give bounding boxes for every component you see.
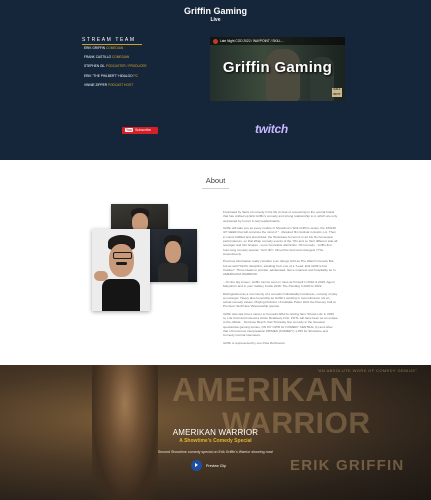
site-title: Griffin Gaming — [184, 6, 247, 16]
about-paragraph: Griffin also last time's career to Comed… — [223, 311, 338, 338]
team-member-role: COMEDIAN — [105, 46, 124, 50]
preview-clip-button[interactable]: Preview Clip — [191, 460, 239, 472]
game-logo-badge: CALL DUTY — [332, 88, 342, 97]
team-member-role: PC — [133, 73, 138, 78]
about-text: Frustrated by flaws of comedy in his lif… — [223, 210, 338, 348]
about-paragraph: Griffin is represented by one Peta Rehma… — [223, 340, 286, 345]
about-paragraph: ...On the big screen, Griffin can be see… — [223, 279, 335, 289]
banner-subtitle: A Showtime's Comedy Special — [179, 438, 252, 444]
photo-shirt — [102, 279, 140, 311]
team-member-name: ERIK "THE PHILBERT" HIDALGO — [84, 73, 133, 78]
video-title-text: Griffin Gaming — [222, 59, 333, 76]
stream-team-list: ERIK GRIFFIN COMEDIAN FRANK CASTILLO COM… — [84, 46, 147, 93]
play-triangle-icon — [195, 463, 199, 467]
banner-description: Second Showtime comedy special on Erik G… — [157, 450, 274, 454]
stream-team-heading: STREAM TEAM — [82, 37, 136, 43]
team-member: ERIK GRIFFIN COMEDIAN — [84, 46, 147, 51]
video-caption[interactable]: Late Night COD 2022 / WAYPOINT / SKILL..… — [220, 39, 284, 43]
photo-erik-portrait — [148, 229, 197, 282]
youtube-subscribe-label: Subscribe — [134, 128, 151, 132]
team-member: ERIK "THE PHILBERT" HIDALGO PC — [84, 73, 147, 79]
stream-team-divider — [82, 44, 142, 45]
play-icon[interactable] — [191, 460, 202, 471]
site-subtitle: Live — [210, 17, 221, 23]
preview-clip-label[interactable]: Preview Clip — [206, 464, 226, 468]
twitch-logo-link[interactable]: twitch — [255, 122, 288, 136]
team-member-role: PODCASTER / PRODUCER — [105, 64, 147, 69]
about-paragraph: Distinguished as a community of a comedi… — [223, 291, 338, 309]
about-divider — [202, 188, 229, 189]
photo-mustache — [116, 262, 127, 265]
photo-face — [109, 244, 134, 277]
photo-shirt — [158, 263, 188, 282]
photo-glasses — [113, 252, 132, 259]
banner-bg-word-amerikan: AMERIKAN — [172, 371, 354, 408]
banner-bg-word-name: ERIK GRIFFIN — [290, 457, 405, 474]
about-heading: About — [205, 176, 226, 185]
team-member-name: STEPHEN GIL — [84, 64, 105, 69]
team-member: FRANK CASTILLO COMEDIAN — [84, 55, 147, 60]
team-member-name: ERIK GRIFFIN — [84, 46, 106, 50]
featured-video-embed[interactable]: Late Night COD 2022 / WAYPOINT / SKILL..… — [210, 37, 345, 101]
youtube-subscribe-button[interactable]: You Subscribe — [122, 127, 158, 134]
photo-face — [165, 241, 181, 263]
team-member: STEPHEN GIL PODCASTER / PRODUCER — [84, 64, 147, 69]
photo-erik-mustache — [92, 229, 150, 311]
channel-avatar-icon[interactable] — [213, 38, 218, 44]
team-member-role: COMEDIAN — [112, 55, 130, 60]
about-paragraph: Previous information really consider a a… — [223, 259, 336, 277]
photo-hand — [94, 271, 108, 281]
team-member-name: VINNIE ZIPPER — [84, 82, 108, 87]
special-banner: "AN ABSOLUTE WORK OF COMEDY GENIUS" AMER… — [0, 365, 431, 500]
about-paragraph: Griffin will take you as every routine i… — [223, 226, 338, 256]
team-member-role: PODCAST HOST — [107, 82, 134, 87]
youtube-logo-icon: You — [125, 128, 133, 132]
about-paragraph: Frustrated by flaws of comedy in his lif… — [223, 210, 338, 223]
team-member: VINNIE ZIPPER PODCAST HOST — [84, 82, 147, 88]
team-member-name: FRANK CASTILLO — [84, 55, 112, 60]
banner-title: AMERIKAN WARRIOR — [172, 428, 259, 437]
